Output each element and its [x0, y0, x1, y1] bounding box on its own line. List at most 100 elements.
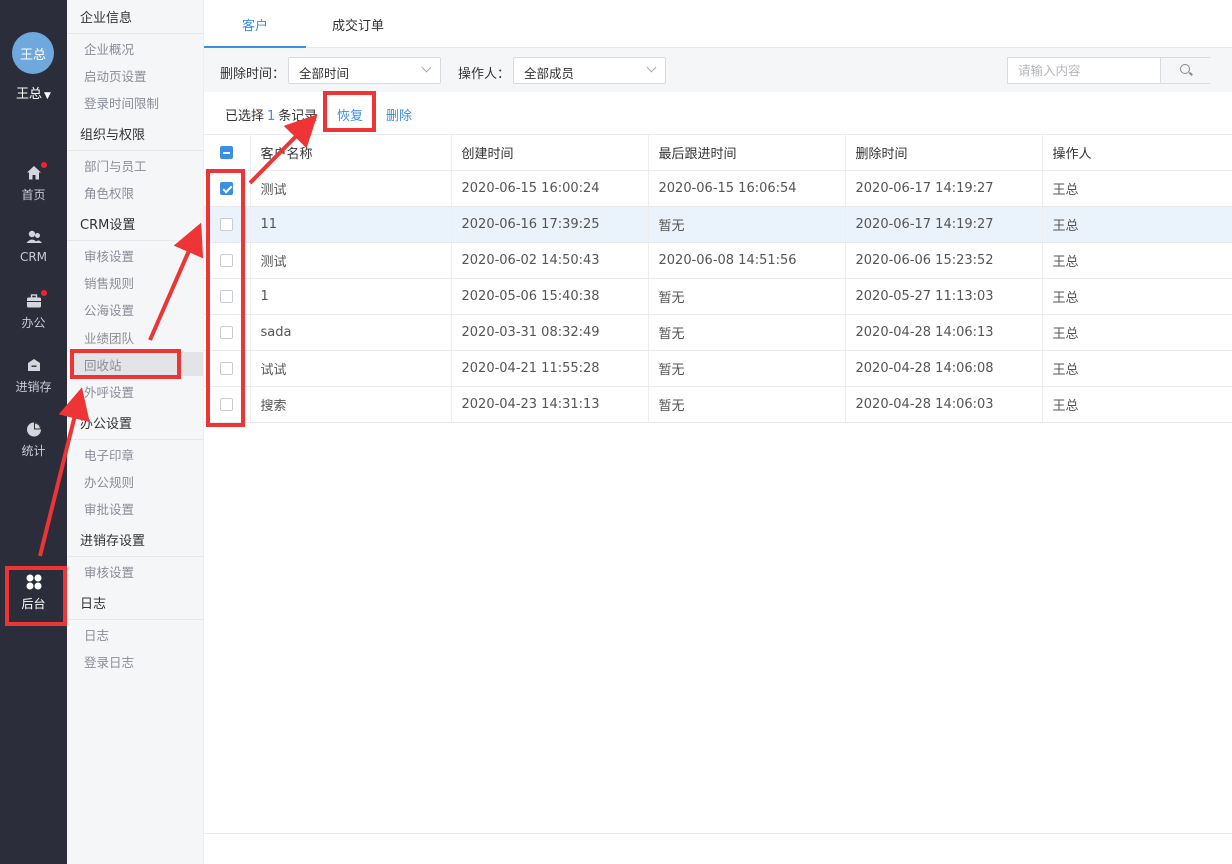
select-all-checkbox[interactable] [220, 146, 233, 159]
row-checkbox-cell [204, 386, 250, 423]
search-input[interactable] [1008, 58, 1160, 83]
user-menu[interactable]: 王总 ▼ [0, 83, 67, 102]
table-row[interactable]: 试试 2020-04-21 11:55:28 暂无 2020-04-28 14:… [204, 350, 1232, 387]
operator-label: 操作人： [458, 67, 511, 82]
submenu-item-approval-settings[interactable]: 审批设置 [84, 499, 134, 518]
recycle-bin-panel: 客户 成交订单 删除时间： 全部时间 操作人： 全部成员 请输入内容 已选择 1… [203, 0, 1232, 864]
row-checkbox[interactable] [220, 326, 233, 339]
cell-created-time: 2020-06-15 16:00:24 [450, 170, 648, 207]
submenu-item-splash-settings[interactable]: 启动页设置 [84, 66, 147, 85]
table-row[interactable]: sada 2020-03-31 08:32:49 暂无 2020-04-28 1… [204, 314, 1232, 351]
row-checkbox[interactable] [220, 398, 233, 411]
cell-deleted-time: 2020-04-28 14:06:13 [844, 314, 1042, 351]
submenu-item-public-pool[interactable]: 公海设置 [84, 300, 134, 319]
submenu-item-sales-rules[interactable]: 销售规则 [84, 273, 134, 292]
tab-closed-orders[interactable]: 成交订单 [332, 15, 384, 34]
nav-item-office[interactable]: 办公 [0, 290, 67, 331]
table-row[interactable]: 1 2020-05-06 15:40:38 暂无 2020-05-27 11:1… [204, 278, 1232, 315]
submenu-group-title: 办公设置 [80, 417, 133, 432]
submenu-item-review-settings[interactable]: 审核设置 [84, 246, 134, 265]
submenu-item-roles[interactable]: 角色权限 [84, 183, 134, 202]
cell-deleted-time: 2020-05-27 11:13:03 [844, 278, 1042, 315]
submenu-item-e-seal[interactable]: 电子印章 [84, 445, 134, 464]
operator-select[interactable]: 全部成员 [513, 57, 666, 84]
cell-created-time: 2020-06-16 17:39:25 [450, 206, 648, 243]
delete-button[interactable]: 删除 [386, 105, 412, 124]
submenu-item-login-logs[interactable]: 登录日志 [84, 652, 134, 671]
submenu-item-recycle-bin[interactable]: 回收站 [84, 355, 122, 374]
nav-item-label: 后台 [21, 597, 46, 611]
submenu-group-title: CRM设置 [80, 218, 136, 233]
row-checkbox-cell [204, 242, 250, 279]
nav-item-home[interactable]: 首页 [0, 162, 67, 203]
delete-time-select[interactable]: 全部时间 [288, 57, 441, 84]
cell-customer-name: 测试 [249, 170, 451, 207]
delete-time-label: 删除时间： [220, 67, 286, 82]
divider [67, 439, 203, 440]
submenu-item-company-overview[interactable]: 企业概况 [84, 39, 134, 58]
table-row[interactable]: 测试 2020-06-15 16:00:24 2020-06-15 16:06:… [204, 170, 1232, 207]
cell-created-time: 2020-04-23 14:31:13 [450, 386, 648, 423]
cell-last-followup: 暂无 [647, 278, 845, 315]
nav-item-stats[interactable]: 统计 [0, 420, 67, 459]
nav-item-label: 统计 [21, 444, 46, 458]
nav-item-admin[interactable]: 后台 [0, 573, 67, 612]
search-icon [1180, 64, 1190, 74]
crm-people-icon [25, 228, 43, 246]
cell-last-followup: 暂无 [647, 386, 845, 423]
submenu-item-departments[interactable]: 部门与员工 [84, 156, 147, 175]
notification-dot [40, 162, 47, 168]
submenu-item-office-rules[interactable]: 办公规则 [84, 472, 134, 491]
cell-operator: 王总 [1041, 170, 1232, 207]
cell-customer-name: 搜索 [249, 386, 451, 423]
table-row[interactable]: 11 2020-06-16 17:39:25 暂无 2020-06-17 14:… [204, 206, 1232, 243]
cell-created-time: 2020-03-31 08:32:49 [450, 314, 648, 351]
cell-deleted-time: 2020-06-17 14:19:27 [844, 206, 1042, 243]
row-checkbox-cell [204, 314, 250, 351]
cell-last-followup: 暂无 [647, 314, 845, 351]
row-checkbox[interactable] [220, 182, 233, 195]
cell-customer-name: 测试 [249, 242, 451, 279]
column-header-last-followup[interactable]: 最后跟进时间 [647, 134, 845, 171]
pie-chart-icon [25, 420, 43, 438]
tab-customers[interactable]: 客户 [242, 15, 268, 34]
cell-last-followup: 暂无 [647, 350, 845, 387]
table-row[interactable]: 测试 2020-06-02 14:50:43 2020-06-08 14:51:… [204, 242, 1232, 279]
briefcase-icon [25, 290, 47, 310]
cell-last-followup: 2020-06-15 16:06:54 [647, 170, 845, 207]
tab-bar: 客户 成交订单 [204, 0, 1232, 48]
selection-suffix: 条记录 [278, 109, 318, 124]
operator-value: 全部成员 [524, 66, 575, 81]
submenu-item-performance-team[interactable]: 业绩团队 [84, 328, 134, 347]
avatar[interactable]: 王总 [12, 32, 54, 74]
grid-cluster-icon [25, 573, 43, 591]
submenu-group-title: 日志 [80, 597, 107, 612]
warehouse-icon [25, 356, 43, 374]
nav-item-crm[interactable]: CRM [0, 228, 67, 264]
row-checkbox[interactable] [220, 362, 233, 375]
row-checkbox[interactable] [220, 290, 233, 303]
nav-item-inventory[interactable]: 进销存 [0, 356, 67, 395]
home-icon [25, 162, 47, 182]
cell-created-time: 2020-04-21 11:55:28 [450, 350, 648, 387]
cell-customer-name: 1 [249, 278, 451, 315]
cell-operator: 王总 [1041, 314, 1232, 351]
column-header-deleted-time[interactable]: 删除时间 [844, 134, 1042, 171]
column-header-created-time[interactable]: 创建时间 [450, 134, 648, 171]
divider [67, 556, 203, 557]
submenu-item-logs[interactable]: 日志 [84, 625, 109, 644]
table-row[interactable]: 搜索 2020-04-23 14:31:13 暂无 2020-04-28 14:… [204, 386, 1232, 423]
column-header-operator[interactable]: 操作人 [1041, 134, 1232, 171]
submenu-item-inventory-review[interactable]: 审核设置 [84, 562, 134, 581]
divider [67, 150, 203, 151]
row-checkbox-cell [204, 350, 250, 387]
row-checkbox[interactable] [220, 218, 233, 231]
row-checkbox[interactable] [220, 254, 233, 267]
submenu-item-outbound-call[interactable]: 外呼设置 [84, 382, 134, 401]
submenu-item-login-time-limit[interactable]: 登录时间限制 [84, 93, 159, 112]
restore-button[interactable]: 恢复 [337, 105, 363, 124]
column-header-customer-name[interactable]: 客户名称 [249, 134, 451, 171]
bulk-action-bar: 已选择 1 条记录 恢复 删除 [204, 92, 1232, 134]
main-nav-rail: 王总 王总 ▼ 首页 CRM 办公 进销存 统计 后台 [0, 0, 67, 864]
search-button[interactable] [1160, 58, 1210, 83]
